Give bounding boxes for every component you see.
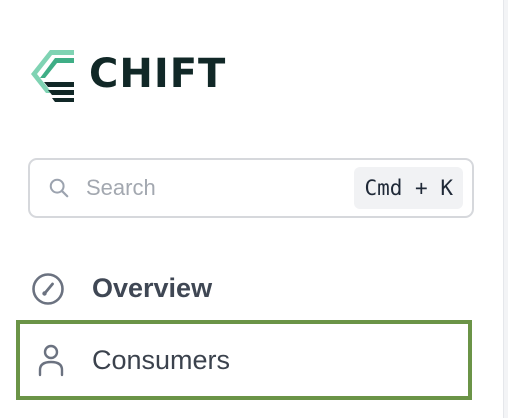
scroll-edge [503, 0, 508, 418]
chift-logo-icon [31, 50, 74, 102]
nav-item-overview-label: Overview [92, 272, 213, 303]
brand-logo[interactable]: CHIFT [28, 46, 226, 102]
nav-item-consumers[interactable]: Consumers [16, 320, 472, 400]
nav-item-overview[interactable]: Overview [16, 248, 472, 328]
sidebar: CHIFT Cmd + K Overview Consumers [0, 0, 508, 418]
brand-name: CHIFT [89, 51, 227, 97]
search-box[interactable]: Cmd + K [28, 158, 474, 218]
search-shortcut-badge: Cmd + K [354, 167, 463, 209]
user-icon [38, 344, 64, 377]
search-icon [49, 178, 69, 198]
nav-item-consumers-label: Consumers [92, 344, 231, 375]
gauge-icon [32, 273, 64, 305]
search-input[interactable] [86, 175, 316, 201]
